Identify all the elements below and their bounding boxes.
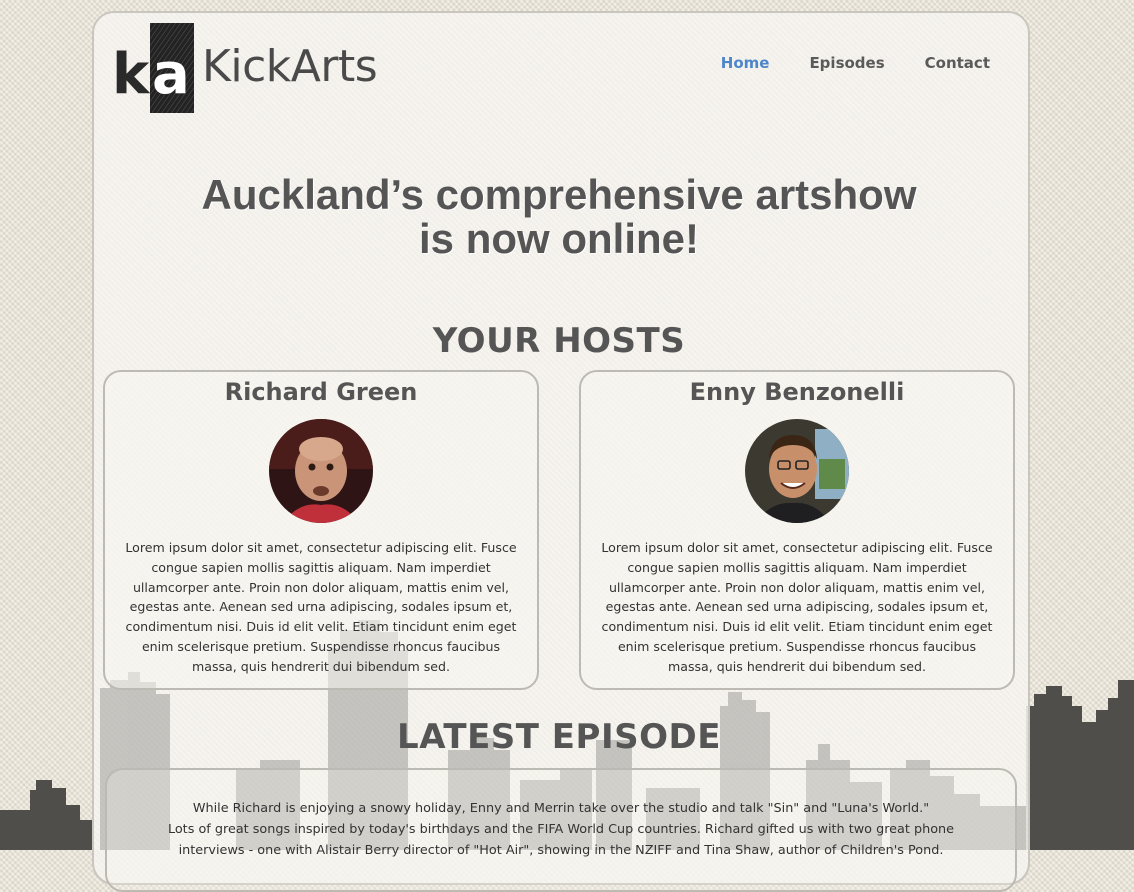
nav-home-link[interactable]: Home (721, 54, 770, 72)
main-nav: Home Episodes Contact (721, 54, 990, 72)
latest-episode-title: LATEST EPISODE (397, 717, 721, 757)
host-card-enny: Enny Benzonelli Lorem ipsum dolor sit am… (579, 370, 1015, 690)
host-card-richard: Richard Green Lorem ipsum dolor sit amet… (103, 370, 539, 690)
avatar (745, 419, 849, 523)
svg-text:k: k (112, 42, 151, 107)
episode-line-2: Lots of great songs inspired by today's … (167, 822, 955, 837)
nav-episodes-link[interactable]: Episodes (809, 54, 884, 72)
avatar (269, 419, 373, 523)
site-logo[interactable]: k a KickArts (112, 23, 378, 113)
episode-description: While Richard is enjoying a snowy holida… (107, 798, 1015, 861)
hero-line-1: Auckland’s comprehensive artshow (201, 171, 917, 218)
hosts-section-title: YOUR HOSTS (432, 321, 686, 361)
logo-text: KickArts (202, 41, 378, 92)
hero-headline: Auckland’s comprehensive artshow is now … (92, 173, 1026, 261)
episode-line-3: interviews - one with Alistair Berry dir… (178, 843, 944, 858)
nav-contact-link[interactable]: Contact (925, 54, 990, 72)
episode-line-1: While Richard is enjoying a snowy holida… (192, 801, 930, 816)
host-name: Enny Benzonelli (689, 378, 905, 406)
host-name: Richard Green (224, 378, 418, 406)
hero-line-2: is now online! (419, 215, 699, 262)
svg-text:a: a (152, 42, 190, 107)
episode-card: While Richard is enjoying a snowy holida… (105, 768, 1017, 892)
content-layer: k a KickArts Home Episodes Contact Auckl… (92, 11, 1030, 892)
logo-mark-icon: k a (112, 23, 194, 113)
host-bio: Lorem ipsum dolor sit amet, consectetur … (125, 540, 517, 674)
host-bio: Lorem ipsum dolor sit amet, consectetur … (601, 540, 993, 674)
